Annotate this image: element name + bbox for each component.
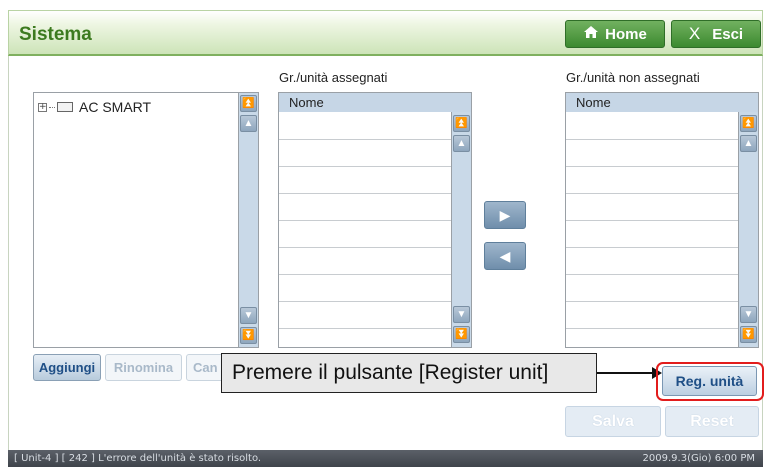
row-divider [566,274,738,275]
home-button-label: Home [605,25,647,43]
group-tree[interactable]: + AC SMART ⏫ ▲ ▼ ⏬ [33,92,259,348]
tree-scrollbar[interactable]: ⏫ ▲ ▼ ⏬ [238,93,258,347]
unassigned-list[interactable]: Nome ⏫ ▲ ▼ ⏬ [565,92,759,348]
scroll-up-icon[interactable]: ▲ [740,135,757,152]
chevron-right-icon: ▶ [499,206,511,223]
save-button[interactable]: Salva [565,406,661,437]
scroll-top-icon[interactable]: ⏫ [740,115,757,132]
scroll-up-icon[interactable]: ▲ [453,135,470,152]
tree-item-label: AC SMART [79,99,152,115]
tree-item-root[interactable]: + AC SMART [38,99,151,115]
reset-button[interactable]: Reset [665,406,759,437]
exit-button-label: Esci [712,25,744,43]
row-divider [279,274,451,275]
scroll-bottom-icon[interactable]: ⏬ [453,326,470,343]
unassigned-list-title: Gr./unità non assegnati [566,70,700,85]
row-divider [566,166,738,167]
row-divider [566,220,738,221]
title-bar: Sistema Home X Esci [8,10,763,56]
scroll-top-icon[interactable]: ⏫ [453,115,470,132]
unassigned-column-header: Nome [566,93,758,112]
assigned-column-header: Nome [279,93,471,112]
scroll-up-icon[interactable]: ▲ [240,115,257,132]
exit-button[interactable]: X Esci [671,20,761,48]
status-datetime: 2009.9.3(Gio) 6:00 PM [642,453,755,464]
unassigned-scrollbar[interactable]: ⏫ ▲ ▼ ⏬ [738,112,758,347]
chevron-left-icon: ◀ [499,247,511,264]
row-divider [279,301,451,302]
callout-arrow-line [597,372,659,374]
row-divider [566,301,738,302]
add-button[interactable]: Aggiungi [33,354,101,381]
scroll-bottom-icon[interactable]: ⏬ [740,326,757,343]
assigned-list[interactable]: Nome ⏫ ▲ ▼ ⏬ [278,92,472,348]
move-left-button[interactable]: ◀ [484,242,526,270]
row-divider [566,247,738,248]
scroll-down-icon[interactable]: ▼ [740,306,757,323]
scroll-top-icon[interactable]: ⏫ [240,95,257,112]
row-divider [279,220,451,221]
row-divider [279,139,451,140]
assigned-scrollbar[interactable]: ⏫ ▲ ▼ ⏬ [451,112,471,347]
assigned-list-title: Gr./unità assegnati [279,70,388,85]
register-unit-button[interactable]: Reg. unità [662,366,757,396]
rename-button[interactable]: Rinomina [105,354,182,381]
row-divider [279,193,451,194]
status-message: [ Unit-4 ] [ 242 ] L'errore dell'unità è… [14,453,262,464]
home-icon [583,25,599,43]
row-divider [279,328,451,329]
tree-connector [49,106,55,108]
expand-icon[interactable]: + [38,102,47,112]
move-right-button[interactable]: ▶ [484,201,526,229]
scroll-down-icon[interactable]: ▼ [453,306,470,323]
row-divider [279,247,451,248]
page-title: Sistema [19,24,92,45]
home-button[interactable]: Home [565,20,665,48]
app-window: Sistema Home X Esci + AC SMART ⏫ ▲ ▼ ⏬ G… [0,0,771,467]
instruction-callout: Premere il pulsante [Register unit] [221,353,597,393]
status-bar: [ Unit-4 ] [ 242 ] L'errore dell'unità è… [8,450,763,467]
scroll-down-icon[interactable]: ▼ [240,307,257,324]
row-divider [566,328,738,329]
folder-icon [57,102,73,112]
close-icon: X [688,24,701,43]
row-divider [566,139,738,140]
scroll-bottom-icon[interactable]: ⏬ [240,327,257,344]
row-divider [279,166,451,167]
row-divider [566,193,738,194]
